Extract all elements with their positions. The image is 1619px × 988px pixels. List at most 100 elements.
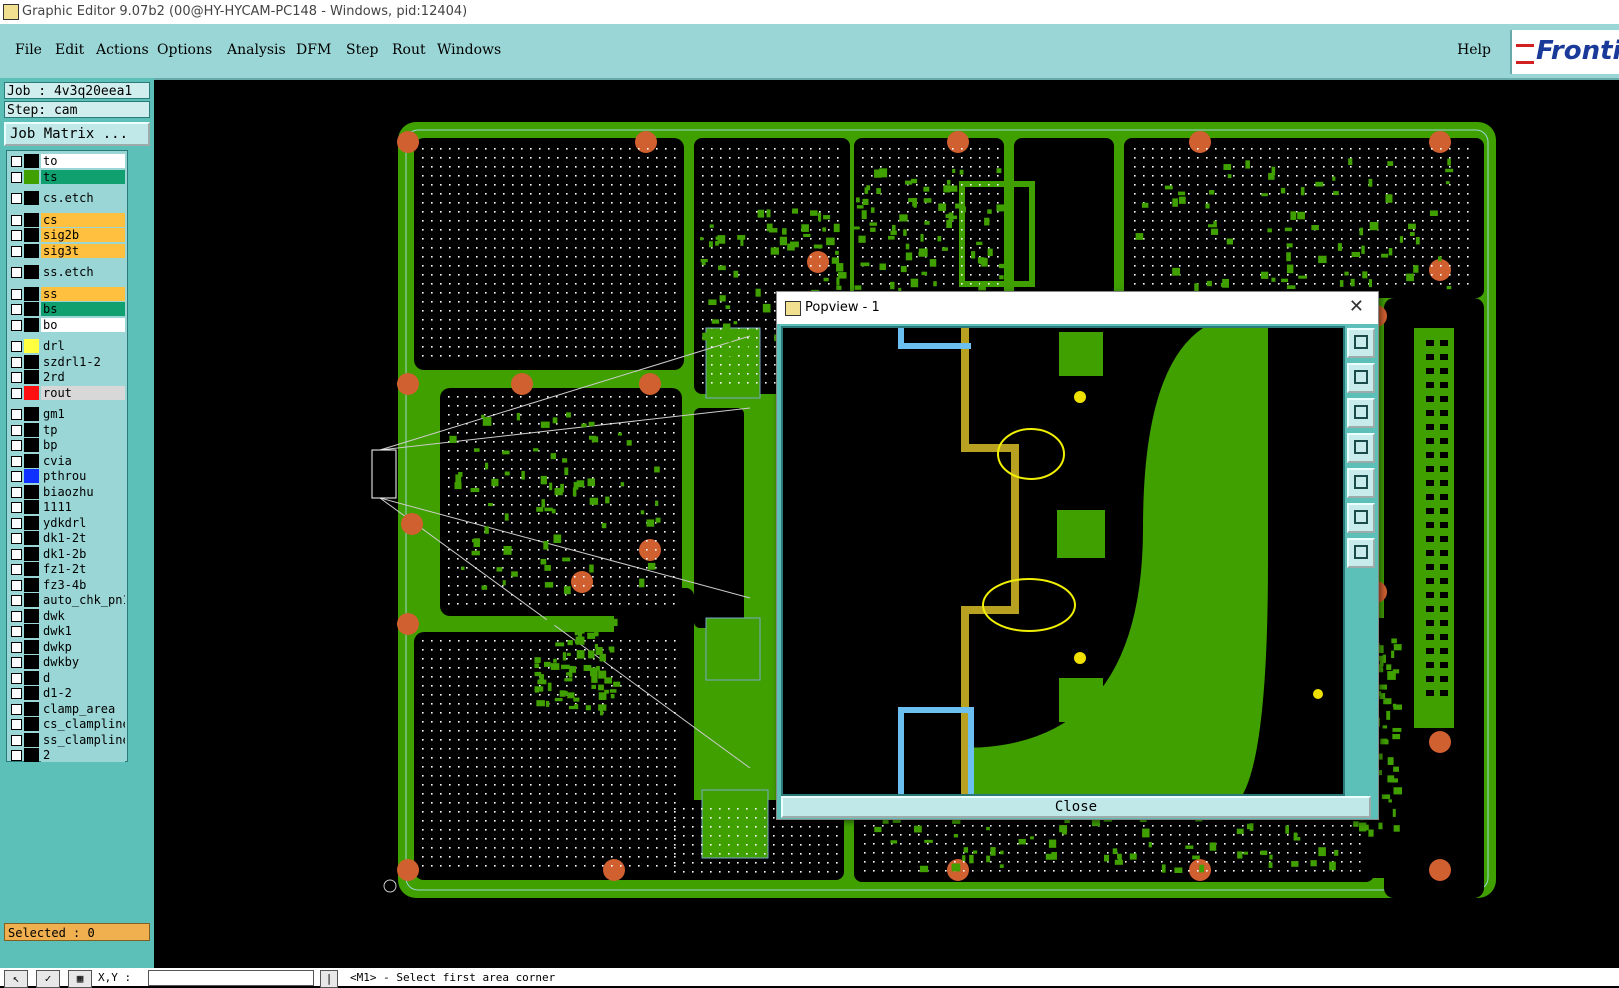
menu-dfm[interactable]: DFM [296, 42, 331, 58]
layer-checkbox[interactable] [11, 288, 22, 300]
layer-row-ss.etch[interactable]: ss.etch [7, 265, 127, 279]
layer-row-fz1-2t[interactable]: fz1-2t [7, 562, 127, 576]
pan-down-icon[interactable] [1347, 398, 1375, 428]
layer-row-cs.etch[interactable]: cs.etch [7, 191, 127, 205]
layer-checkbox[interactable] [11, 156, 22, 167]
layer-checkbox[interactable] [11, 356, 22, 368]
layer-row-to[interactable]: to [7, 154, 127, 168]
layer-row-gm1[interactable]: gm1 [7, 407, 127, 421]
layer-checkbox[interactable] [11, 214, 22, 226]
check-tool-icon[interactable]: ✓ [36, 970, 60, 988]
grid-tool-icon[interactable]: ▦ [68, 970, 92, 988]
pan-left-icon[interactable] [1347, 433, 1375, 463]
layer-row-clamp_area[interactable]: clamp_area [7, 701, 127, 716]
layer-row-dk1-2t[interactable]: dk1-2t [7, 531, 127, 545]
layer-row-d[interactable]: d [7, 670, 127, 685]
select-tool-icon[interactable]: ↖ [4, 970, 28, 988]
menu-actions[interactable]: Actions [96, 42, 149, 58]
layer-checkbox[interactable] [11, 750, 22, 761]
menu-options[interactable]: Options [157, 42, 212, 58]
layer-checkbox[interactable] [11, 657, 22, 668]
layer-checkbox[interactable] [11, 193, 22, 204]
pan-right-icon[interactable] [1347, 468, 1375, 498]
layer-checkbox[interactable] [11, 703, 22, 715]
layer-checkbox[interactable] [11, 579, 22, 591]
job-matrix-button[interactable]: Job Matrix ... [4, 122, 150, 146]
layer-checkbox[interactable] [11, 424, 22, 436]
layer-checkbox[interactable] [11, 372, 22, 383]
layer-checkbox[interactable] [11, 719, 22, 730]
layer-row-bp[interactable]: bp [7, 438, 127, 452]
layer-row-2rd[interactable]: 2rd [7, 370, 127, 384]
layer-row-ts[interactable]: ts [7, 169, 127, 184]
layer-checkbox[interactable] [11, 626, 22, 637]
layer-row-dk1-2b[interactable]: dk1-2b [7, 546, 127, 561]
menu-windows[interactable]: Windows [437, 42, 501, 58]
layer-checkbox[interactable] [11, 517, 22, 529]
layer-row-bs[interactable]: bs [7, 302, 127, 316]
layer-row-2[interactable]: 2 [7, 748, 127, 762]
layer-row-cvia[interactable]: cvia [7, 453, 127, 468]
layer-row-pthrou[interactable]: pthrou [7, 469, 127, 483]
layer-row-sig2b[interactable]: sig2b [7, 228, 127, 242]
layer-row-tp[interactable]: tp [7, 422, 127, 437]
layer-row-d1-2[interactable]: d1-2 [7, 686, 127, 700]
zoom-out-icon[interactable] [1347, 538, 1375, 568]
layer-checkbox[interactable] [11, 471, 22, 482]
layer-checkbox[interactable] [11, 502, 22, 513]
layer-row-dwk[interactable]: dwk [7, 608, 127, 623]
layer-checkbox[interactable] [11, 672, 22, 684]
layer-row-ss_clampline[interactable]: ss_clampline [7, 732, 127, 747]
pause-icon[interactable]: | [320, 970, 338, 988]
menu-step[interactable]: Step [346, 42, 378, 58]
layer-checkbox[interactable] [11, 341, 22, 352]
layer-checkbox[interactable] [11, 610, 22, 622]
zoom-home-icon[interactable] [1347, 328, 1375, 358]
layer-checkbox[interactable] [11, 245, 22, 257]
layer-row-rout[interactable]: rout [7, 385, 127, 400]
zoom-in-icon[interactable] [1347, 503, 1375, 533]
layer-row-auto_chk_pn1[interactable]: auto_chk_pn1 [7, 593, 127, 607]
layer-checkbox[interactable] [11, 533, 22, 544]
layer-checkbox[interactable] [11, 440, 22, 451]
menu-edit[interactable]: Edit [55, 42, 84, 58]
layer-row-ss[interactable]: ss [7, 286, 127, 301]
layer-checkbox[interactable] [11, 564, 22, 575]
layer-checkbox[interactable] [11, 230, 22, 241]
menu-rout[interactable]: Rout [392, 42, 426, 58]
layer-checkbox[interactable] [11, 171, 22, 183]
layer-checkbox[interactable] [11, 409, 22, 420]
layer-checkbox[interactable] [11, 387, 22, 399]
layer-row-dwk1[interactable]: dwk1 [7, 624, 127, 638]
layer-row-sig3t[interactable]: sig3t [7, 243, 127, 258]
layer-row-fz3-4b[interactable]: fz3-4b [7, 577, 127, 592]
layer-checkbox[interactable] [11, 641, 22, 653]
layer-row-cs_clampline[interactable]: cs_clampline [7, 717, 127, 731]
layer-checkbox[interactable] [11, 734, 22, 746]
layer-checkbox[interactable] [11, 595, 22, 606]
menu-analysis[interactable]: Analysis [227, 42, 286, 58]
layer-checkbox[interactable] [11, 319, 22, 331]
layer-checkbox[interactable] [11, 486, 22, 498]
layer-row-1111[interactable]: 1111 [7, 500, 127, 514]
layer-row-drl[interactable]: drl [7, 339, 127, 353]
layer-row-cs[interactable]: cs [7, 212, 127, 227]
layer-checkbox[interactable] [11, 455, 22, 467]
popview-canvas[interactable] [781, 326, 1345, 796]
layer-row-ydkdrl[interactable]: ydkdrl [7, 515, 127, 530]
close-icon[interactable]: ✕ [1349, 296, 1364, 317]
layer-checkbox[interactable] [11, 304, 22, 315]
pan-up-icon[interactable] [1347, 363, 1375, 393]
layer-row-dwkp[interactable]: dwkp [7, 639, 127, 654]
layer-row-biaozhu[interactable]: biaozhu [7, 484, 127, 499]
layer-checkbox[interactable] [11, 267, 22, 278]
popview-close-button[interactable]: Close [781, 796, 1371, 818]
menu-file[interactable]: File [15, 42, 42, 58]
layer-row-dwkby[interactable]: dwkby [7, 655, 127, 669]
layer-checkbox[interactable] [11, 548, 22, 560]
layer-row-bo[interactable]: bo [7, 317, 127, 332]
menu-help[interactable]: Help [1457, 42, 1491, 58]
xy-input[interactable] [148, 970, 314, 986]
layer-checkbox[interactable] [11, 688, 22, 699]
layer-row-szdrl1-2[interactable]: szdrl1-2 [7, 354, 127, 369]
